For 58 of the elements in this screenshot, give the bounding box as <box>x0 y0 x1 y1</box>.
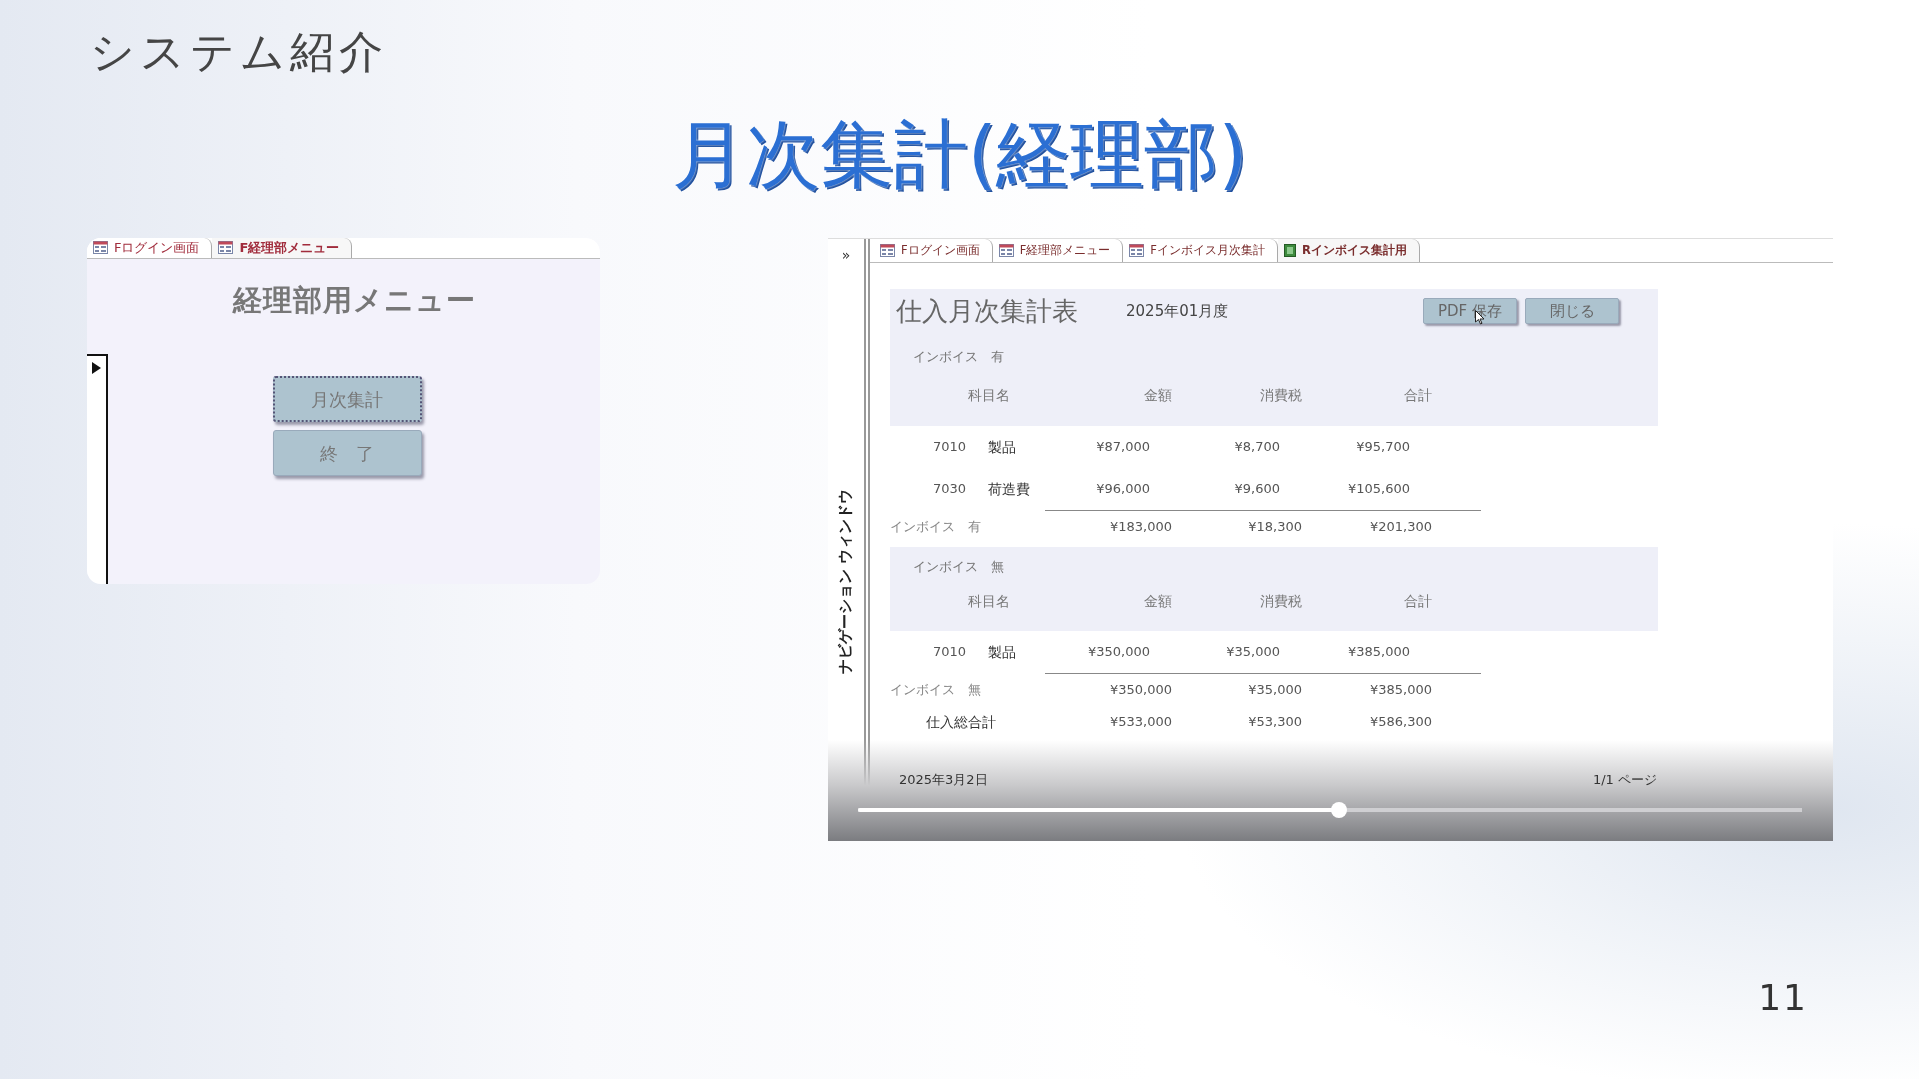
column-header: 合計 <box>1403 592 1432 611</box>
form-icon <box>998 244 1014 257</box>
column-header: 消費税 <box>1259 592 1302 611</box>
subtotal-label: インボイス 無 <box>890 681 982 700</box>
table-cell-text: ¥350,000 <box>1108 681 1172 700</box>
form-icon <box>880 244 895 257</box>
report-period: 2025年01月度 <box>1126 300 1229 322</box>
form-icon <box>1129 244 1145 257</box>
page-number: 11 <box>1758 976 1809 1020</box>
group-label: インボイス 無 <box>912 558 1005 576</box>
table-cell-text: ¥201,300 <box>1368 518 1432 537</box>
table-cell-text: 7010 <box>931 643 966 662</box>
table-cell-text: 製品 <box>987 642 1017 662</box>
table-cell-text: ¥87,000 <box>1095 438 1150 457</box>
table-cell-text: ¥9,600 <box>1233 480 1280 499</box>
tab[interactable]: Fログイン画面 <box>87 238 213 258</box>
page-indicator: 1/1 ページ <box>1592 771 1657 789</box>
column-header: 科目名 <box>967 386 1011 405</box>
navigation-pane-label[interactable]: ナビゲーション ウィンドウ <box>834 488 858 674</box>
group-label: インボイス 有 <box>912 348 1005 366</box>
form-icon <box>93 241 108 255</box>
table-cell-text: ¥96,000 <box>1095 480 1150 499</box>
table-cell-text: ¥385,000 <box>1346 643 1410 662</box>
table-cell-text: ¥350,000 <box>1086 643 1150 662</box>
seek-handle[interactable] <box>1331 802 1348 818</box>
subtotal-label: インボイス 有 <box>890 518 982 537</box>
table-cell-text: 荷造費 <box>987 479 1031 499</box>
column-header: 金額 <box>1143 386 1172 405</box>
grand-total-label: 仕入総合計 <box>925 712 997 732</box>
slide-title: システム紹介 <box>89 25 389 79</box>
report-date: 2025年3月2日 <box>899 771 988 789</box>
column-header: 消費税 <box>1259 386 1302 405</box>
column-header: 金額 <box>1143 592 1172 611</box>
table-cell-text: 製品 <box>987 437 1017 457</box>
tab[interactable]: Rインボイス集計用 <box>1277 239 1420 262</box>
table-cell-text: ¥183,000 <box>1108 518 1172 537</box>
table-cell-text: ¥105,600 <box>1346 480 1410 499</box>
report-title: 仕入月次集計表 <box>895 294 1078 328</box>
table-cell-text: ¥53,300 <box>1247 713 1302 732</box>
table-cell-text: 7030 <box>931 480 966 499</box>
table-cell-text: ¥35,000 <box>1247 681 1302 700</box>
tab[interactable]: F経理部メニュー <box>212 238 353 258</box>
current-record-icon <box>92 361 101 374</box>
table-cell-text: ¥35,000 <box>1225 643 1280 662</box>
table-cell-text: ¥18,300 <box>1247 518 1302 537</box>
report-icon <box>1283 244 1296 257</box>
slide-heading: 月次集計(経理部) <box>671 110 1248 196</box>
form-icon <box>218 241 234 255</box>
table-cell-text: ¥586,300 <box>1368 713 1432 732</box>
table-cell-text: 7010 <box>931 438 966 457</box>
form-title: 経理部用メニュー <box>232 281 476 319</box>
column-header: 科目名 <box>967 592 1011 611</box>
column-header: 合計 <box>1403 386 1432 405</box>
table-cell-text: ¥8,700 <box>1233 438 1280 457</box>
table-cell-text: ¥95,700 <box>1355 438 1410 457</box>
table-cell-text: ¥533,000 <box>1108 713 1172 732</box>
expand-button[interactable]: » <box>841 245 851 266</box>
table-cell-text: ¥385,000 <box>1368 681 1432 700</box>
